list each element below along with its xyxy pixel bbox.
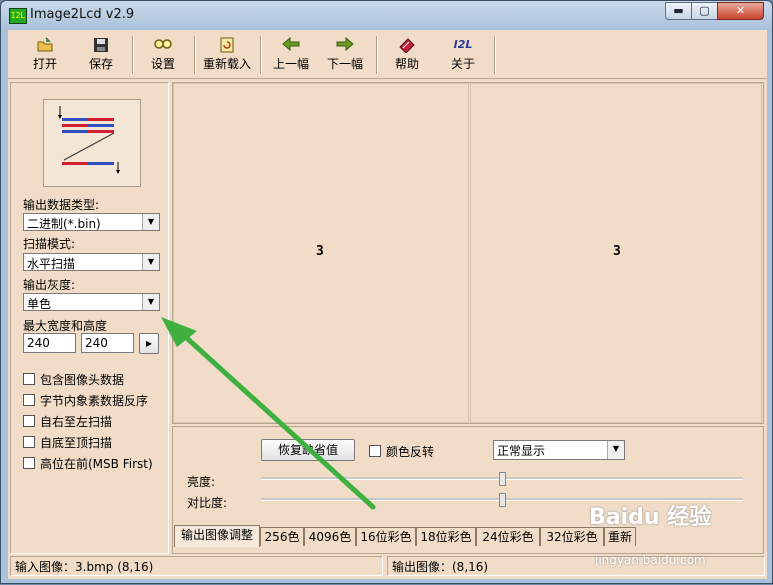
tab-output-adjust[interactable]: 输出图像调整 <box>174 525 260 547</box>
app-window: I2L Image2Lcd v2.9 ▬ ▢ ✕ 打开 保存 设置 重新载入 上… <box>0 0 773 584</box>
watermark-url: jingyan.baidu.com <box>595 553 706 567</box>
baidu-watermark: Baidu 经验 <box>589 505 712 530</box>
annotation-arrow <box>161 317 376 510</box>
